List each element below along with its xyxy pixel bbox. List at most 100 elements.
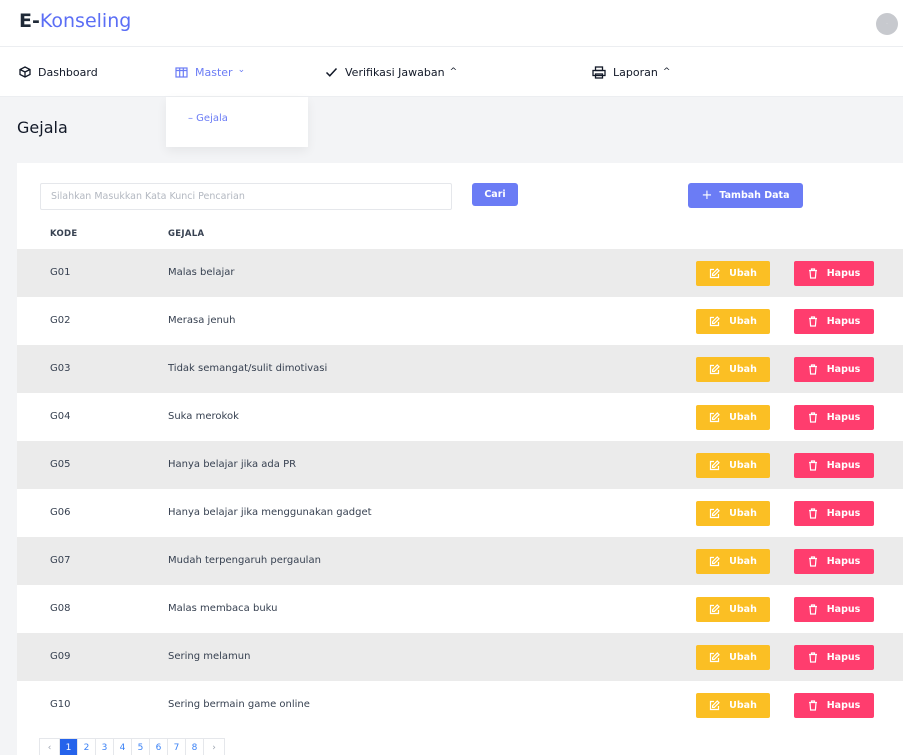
pagination-page-6[interactable]: 6 [150, 739, 168, 755]
nav-master[interactable]: Master ⌄ [175, 47, 245, 97]
trash-icon [808, 556, 817, 567]
table-row: G01 Malas belajar Ubah Hapus [17, 249, 903, 297]
edit-icon [710, 412, 720, 423]
edit-button[interactable]: Ubah [696, 549, 770, 574]
edit-label: Ubah [729, 316, 757, 327]
edit-button[interactable]: Ubah [696, 453, 770, 478]
chevron-up-icon: ^ [662, 67, 671, 77]
pagination-prev[interactable]: ‹ [40, 739, 60, 755]
edit-label: Ubah [729, 412, 757, 423]
nav-dashboard-label: Dashboard [38, 65, 98, 79]
table-row: G03 Tidak semangat/sulit dimotivasi Ubah Ha… [17, 345, 903, 393]
edit-icon [710, 604, 720, 615]
nav-dashboard[interactable]: Dashboard [19, 47, 98, 97]
edit-icon [710, 268, 720, 279]
edit-button[interactable]: Ubah [696, 309, 770, 334]
delete-button[interactable]: Hapus [794, 693, 874, 718]
delete-button[interactable]: Hapus [794, 261, 874, 286]
edit-icon [710, 460, 720, 471]
edit-icon [710, 556, 720, 567]
cell-name: Hanya belajar jika ada PR [168, 459, 297, 470]
edit-button[interactable]: Ubah [696, 645, 770, 670]
edit-icon [710, 316, 720, 327]
cell-name: Sering melamun [168, 651, 251, 662]
cell-code: G08 [50, 603, 71, 614]
cell-name: Mudah terpengaruh pergaulan [168, 555, 321, 566]
brand-bold: E- [19, 10, 40, 32]
edit-label: Ubah [729, 460, 757, 471]
table-row: G07 Mudah terpengaruh pergaulan Ubah Hapus [17, 537, 903, 585]
pagination-page-8[interactable]: 8 [186, 739, 204, 755]
brand-name: Konseling [39, 10, 132, 32]
delete-label: Hapus [826, 604, 861, 615]
column-header-code: KODE [50, 229, 78, 239]
search-input[interactable] [40, 183, 452, 210]
nav-verifikasi-label: Verifikasi Jawaban [345, 65, 445, 79]
table-row: G02 Merasa jenuh Ubah Hapus [17, 297, 903, 345]
edit-label: Ubah [729, 268, 757, 279]
delete-button[interactable]: Hapus [794, 549, 874, 574]
edit-label: Ubah [729, 364, 757, 375]
cell-name: Malas belajar [168, 267, 235, 278]
trash-icon [808, 508, 817, 519]
search-button[interactable]: Cari [472, 183, 518, 206]
delete-label: Hapus [826, 508, 861, 519]
cell-name: Hanya belajar jika menggunakan gadget [168, 507, 372, 518]
edit-button[interactable]: Ubah [696, 261, 770, 286]
delete-button[interactable]: Hapus [794, 309, 874, 334]
add-data-button[interactable]: + Tambah Data [688, 183, 803, 208]
cell-name: Sering bermain game online [168, 699, 310, 710]
cell-code: G05 [50, 459, 71, 470]
cell-code: G03 [50, 363, 71, 374]
delete-button[interactable]: Hapus [794, 597, 874, 622]
nav-laporan[interactable]: Laporan ^ [592, 47, 670, 97]
nav-laporan-label: Laporan [613, 65, 658, 79]
content-card: Cari + Tambah Data KODE GEJALA G01 Malas … [17, 163, 903, 755]
edit-label: Ubah [729, 700, 757, 711]
delete-button[interactable]: Hapus [794, 501, 874, 526]
pagination-page-3[interactable]: 3 [96, 739, 114, 755]
cell-code: G02 [50, 315, 71, 326]
page-title: Gejala [17, 118, 68, 137]
trash-icon [808, 460, 817, 471]
edit-button[interactable]: Ubah [696, 357, 770, 382]
edit-label: Ubah [729, 556, 757, 567]
nav-verifikasi[interactable]: Verifikasi Jawaban ^ [325, 47, 457, 97]
edit-button[interactable]: Ubah [696, 501, 770, 526]
delete-button[interactable]: Hapus [794, 645, 874, 670]
dropdown-item-gejala[interactable]: – Gejala [188, 113, 228, 124]
pagination-next[interactable]: › [204, 739, 224, 755]
pagination-page-7[interactable]: 7 [168, 739, 186, 755]
edit-button[interactable]: Ubah [696, 693, 770, 718]
pagination-page-2[interactable]: 2 [78, 739, 96, 755]
brand-logo[interactable]: E-Konseling [19, 9, 131, 33]
delete-label: Hapus [826, 268, 861, 279]
cell-code: G04 [50, 411, 71, 422]
pagination-page-5[interactable]: 5 [132, 739, 150, 755]
avatar[interactable]: · [876, 13, 898, 35]
edit-label: Ubah [729, 508, 757, 519]
edit-icon [710, 700, 720, 711]
delete-label: Hapus [826, 316, 861, 327]
delete-label: Hapus [826, 364, 861, 375]
cell-name: Merasa jenuh [168, 315, 236, 326]
add-data-label: Tambah Data [719, 190, 790, 201]
delete-label: Hapus [826, 652, 861, 663]
pagination-page-1[interactable]: 1 [60, 739, 78, 755]
table-row: G09 Sering melamun Ubah Hapus [17, 633, 903, 681]
cell-name: Suka merokok [168, 411, 239, 422]
edit-label: Ubah [729, 604, 757, 615]
pagination-page-4[interactable]: 4 [114, 739, 132, 755]
edit-button[interactable]: Ubah [696, 405, 770, 430]
check-icon [325, 67, 338, 77]
cell-code: G01 [50, 267, 71, 278]
edit-icon [710, 364, 720, 375]
delete-button[interactable]: Hapus [794, 453, 874, 478]
plus-icon: + [701, 188, 713, 203]
chevron-up-icon: ^ [449, 67, 458, 77]
delete-button[interactable]: Hapus [794, 405, 874, 430]
table-row: G04 Suka merokok Ubah Hapus [17, 393, 903, 441]
delete-button[interactable]: Hapus [794, 357, 874, 382]
edit-button[interactable]: Ubah [696, 597, 770, 622]
table-row: G06 Hanya belajar jika menggunakan gadget… [17, 489, 903, 537]
